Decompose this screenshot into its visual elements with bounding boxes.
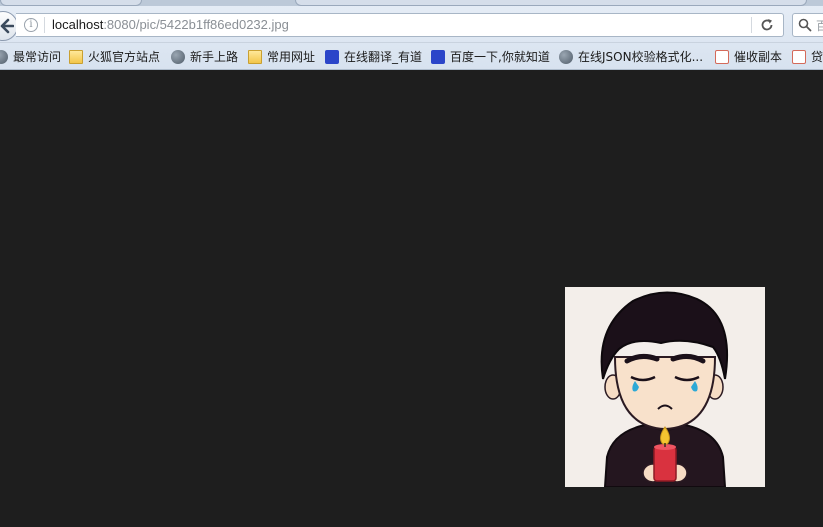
back-arrow-icon [0, 18, 14, 34]
reload-icon[interactable] [760, 18, 774, 32]
globe-icon [559, 50, 573, 64]
paw-icon [431, 50, 445, 64]
browser-chrome: i localhost:8080/pic/5422b1ff86ed0232.jp… [0, 0, 823, 70]
url-path: :8080/pic/5422b1ff86ed0232.jpg [103, 17, 289, 32]
search-placeholder: 百 [816, 19, 823, 33]
search-bar[interactable]: 百 [792, 13, 823, 37]
globe-icon [0, 50, 8, 64]
bookmark-label: 最常访问 [13, 50, 62, 64]
bookmarks-bar: 最常访问 火狐官方站点 新手上路 常用网址 在线翻译_有道 百度一下,你就知道 … [0, 42, 823, 70]
bookmark-label: 在线JSON校验格式化... [578, 50, 704, 64]
bookmark-label: 贷 [811, 50, 823, 64]
bookmark-label: 在线翻译_有道 [344, 50, 423, 64]
bookmark-label: 催收副本 [734, 50, 783, 64]
url-separator [44, 17, 45, 33]
reload-separator [751, 17, 752, 33]
page-icon [715, 50, 729, 64]
globe-icon [171, 50, 185, 64]
bookmark-label: 新手上路 [190, 50, 239, 64]
folder-icon [248, 50, 262, 64]
displayed-image[interactable] [565, 287, 765, 488]
bookmark-label: 常用网址 [267, 50, 316, 64]
address-bar[interactable]: i localhost:8080/pic/5422b1ff86ed0232.jp… [16, 13, 784, 37]
crying-boy-illustration [565, 287, 765, 488]
navigation-bar: i localhost:8080/pic/5422b1ff86ed0232.jp… [0, 6, 823, 42]
info-icon[interactable]: i [24, 18, 38, 32]
url-input[interactable]: localhost:8080/pic/5422b1ff86ed0232.jpg [52, 17, 289, 33]
image-viewer [0, 70, 823, 527]
url-host: localhost [52, 17, 104, 32]
search-icon [798, 18, 812, 32]
bookmark-label: 百度一下,你就知道 [450, 50, 550, 64]
paw-icon [325, 50, 339, 64]
page-icon [792, 50, 806, 64]
bookmark-label: 火狐官方站点 [88, 50, 161, 64]
folder-icon [69, 50, 83, 64]
